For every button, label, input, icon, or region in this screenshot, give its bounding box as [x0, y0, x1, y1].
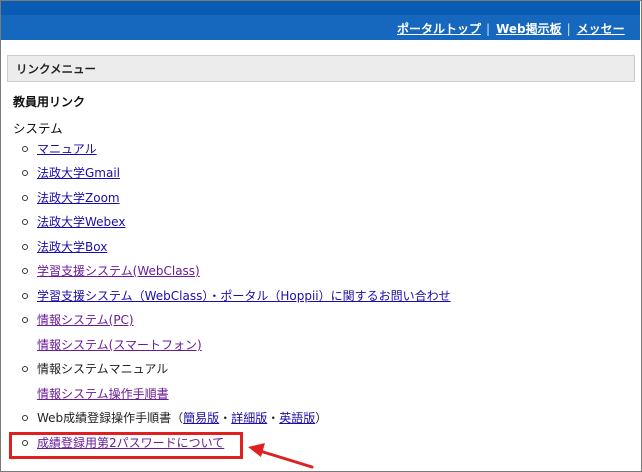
- nav-separator: |: [486, 22, 491, 36]
- faculty-links-heading: 教員用リンク: [13, 95, 86, 109]
- highlight-box: [9, 432, 243, 459]
- link-gmail[interactable]: 法政大学Gmail: [37, 164, 120, 182]
- nav-separator: |: [566, 22, 571, 36]
- link-zoom[interactable]: 法政大学Zoom: [37, 189, 120, 207]
- system-category-label: システム: [13, 121, 63, 136]
- bullet-icon: [22, 244, 28, 250]
- dot-separator: ・: [219, 411, 232, 425]
- link-info-system-procedures[interactable]: 情報システム操作手順書: [37, 385, 169, 403]
- link-box[interactable]: 法政大学Box: [37, 238, 107, 256]
- web-grade-procedures: Web成績登録操作手順書（簡易版・詳細版・英語版）: [37, 409, 327, 427]
- red-arrow-icon: [248, 443, 314, 469]
- link-info-system-pc[interactable]: 情報システム(PC): [37, 311, 134, 329]
- bullet-icon: [22, 366, 28, 372]
- info-system-manual-label: 情報システムマニュアル: [37, 362, 169, 376]
- bullet-icon: [22, 268, 28, 274]
- link-english-version[interactable]: 英語版: [279, 411, 315, 425]
- link-manual[interactable]: マニュアル: [37, 140, 97, 158]
- top-strip: [1, 1, 640, 15]
- nav-link-portal-top[interactable]: ポータルトップ: [397, 22, 481, 36]
- bullet-icon: [22, 219, 28, 225]
- web-grade-suffix: ）: [315, 411, 328, 425]
- link-webclass[interactable]: 学習支援システム(WebClass): [37, 262, 200, 280]
- bullet-icon: [22, 317, 28, 323]
- link-webex[interactable]: 法政大学Webex: [37, 213, 125, 231]
- bullet-icon: [22, 146, 28, 152]
- link-simple-version[interactable]: 簡易版: [183, 411, 219, 425]
- nav-link-web-bulletin[interactable]: Web掲示板: [496, 22, 562, 36]
- link-menu-header: リンクメニュー: [7, 55, 635, 82]
- link-webclass-inquiry[interactable]: 学習支援システム（WebClass）・ポータル（Hoppii）に関するお問い合わ…: [37, 287, 451, 305]
- nav-link-messages[interactable]: メッセー: [577, 22, 625, 36]
- link-info-system-smartphone[interactable]: 情報システム(スマートフォン): [37, 336, 202, 354]
- bullet-icon: [22, 293, 28, 299]
- link-detailed-version[interactable]: 詳細版: [231, 411, 267, 425]
- web-grade-prefix: Web成績登録操作手順書（: [37, 411, 184, 425]
- bullet-icon: [22, 415, 28, 421]
- top-navigation-bar: ポータルトップ | Web掲示板 | メッセー: [1, 15, 640, 40]
- nav-links: ポータルトップ | Web掲示板 | メッセー: [397, 20, 625, 37]
- link-menu-title: リンクメニュー: [16, 62, 97, 76]
- bullet-icon: [22, 195, 28, 201]
- dot-separator: ・: [267, 411, 280, 425]
- bullet-icon: [22, 170, 28, 176]
